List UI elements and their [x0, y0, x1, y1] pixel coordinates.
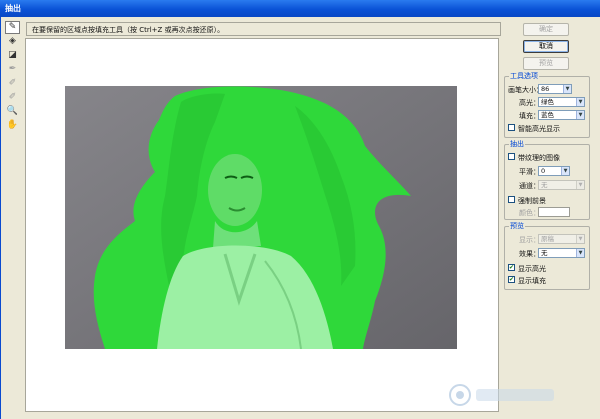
effect-label: 效果：	[519, 250, 540, 258]
extraction-group: 抽出 带纹理的图像 平滑： 0 ▼ 通道： 无 ▼ 强制前景 颜色：	[504, 140, 590, 220]
show-value: 原稿	[541, 235, 554, 243]
channel-dropdown-icon[interactable]: ▼	[576, 181, 584, 189]
smart-highlight-label: 智能高光显示	[518, 125, 560, 133]
smooth-dropdown-icon[interactable]: ▼	[561, 167, 569, 175]
force-foreground-label: 强制前景	[518, 197, 546, 205]
smart-highlight-checkbox[interactable]	[508, 124, 515, 131]
show-label: 显示：	[519, 236, 540, 244]
channel-value: 无	[541, 181, 548, 189]
highlight-label: 高光：	[519, 99, 540, 107]
smooth-field[interactable]: 0 ▼	[538, 166, 570, 176]
instruction-bar: 在要保留的区域点按填充工具（按 Ctrl+Z 或再次点按还原）。	[26, 22, 501, 36]
brush-size-field[interactable]: 86 ▼	[538, 84, 572, 94]
channel-select[interactable]: 无 ▼	[538, 180, 585, 190]
fill-select[interactable]: 蓝色 ▼	[538, 110, 585, 120]
edge-highlighter-tool-icon[interactable]: ✎	[5, 21, 20, 34]
highlight-select[interactable]: 绿色 ▼	[538, 97, 585, 107]
edge-touchup-tool-icon[interactable]: ✐	[5, 91, 20, 104]
tool-options-group: 工具选项 画笔大小： 86 ▼ 高光： 绿色 ▼ 填充： 蓝色 ▼ 智能高光显示	[504, 72, 590, 138]
right-panel: 确定 取消 预览 工具选项 画笔大小： 86 ▼ 高光： 绿色 ▼ 填充： 蓝色…	[502, 20, 600, 419]
show-fill-label: 显示填充	[518, 277, 546, 285]
textured-image-checkbox[interactable]	[508, 153, 515, 160]
ok-button[interactable]: 确定	[523, 23, 569, 36]
color-swatch[interactable]	[538, 207, 570, 217]
show-fill-checkbox[interactable]: ✔	[508, 276, 515, 283]
brush-size-dropdown-icon[interactable]: ▼	[563, 85, 571, 93]
fill-tool-icon[interactable]: ◈	[5, 35, 20, 48]
effect-select[interactable]: 无 ▼	[538, 248, 585, 258]
zoom-tool-icon[interactable]: 🔍	[5, 105, 20, 118]
eyedropper-tool-icon[interactable]: ✒	[5, 63, 20, 76]
force-foreground-checkbox[interactable]	[508, 196, 515, 203]
eraser-tool-icon[interactable]: ◪	[5, 49, 20, 62]
window-titlebar: 抽出	[0, 0, 600, 17]
cancel-button[interactable]: 取消	[523, 40, 569, 53]
show-dropdown-icon[interactable]: ▼	[576, 235, 584, 243]
preview-group: 预览 显示： 原稿 ▼ 效果： 无 ▼ ✔ 显示高光 ✔ 显示填充	[504, 222, 590, 290]
watermark-logo	[449, 384, 554, 406]
highlight-dropdown-icon[interactable]: ▼	[576, 98, 584, 106]
effect-dropdown-icon[interactable]: ▼	[576, 249, 584, 257]
fill-label: 填充：	[519, 112, 540, 120]
instruction-text: 在要保留的区域点按填充工具（按 Ctrl+Z 或再次点按还原）。	[32, 26, 225, 34]
cleanup-tool-icon[interactable]: ✐	[5, 77, 20, 90]
color-label: 颜色：	[519, 209, 540, 217]
photo-image[interactable]	[65, 86, 457, 349]
channel-label: 通道：	[519, 182, 540, 190]
fill-dropdown-icon[interactable]: ▼	[576, 111, 584, 119]
textured-image-label: 带纹理的图像	[518, 154, 560, 162]
show-highlight-checkbox[interactable]: ✔	[508, 264, 515, 271]
smooth-label: 平滑：	[519, 168, 540, 176]
extraction-title: 抽出	[509, 140, 525, 149]
show-select[interactable]: 原稿 ▼	[538, 234, 585, 244]
window-title: 抽出	[5, 4, 21, 13]
show-highlight-label: 显示高光	[518, 265, 546, 273]
preview-canvas[interactable]	[25, 38, 499, 412]
hand-tool-icon[interactable]: ✋	[5, 119, 20, 132]
preview-title: 预览	[509, 222, 525, 231]
tool-options-title: 工具选项	[509, 72, 539, 81]
fill-value: 蓝色	[541, 111, 554, 119]
smooth-value: 0	[541, 167, 546, 175]
highlight-value: 绿色	[541, 98, 554, 106]
preview-button[interactable]: 预览	[523, 57, 569, 70]
brush-size-value: 86	[541, 85, 550, 93]
effect-value: 无	[541, 249, 548, 257]
tool-palette: ✎ ◈ ◪ ✒ ✐ ✐ 🔍 ✋	[4, 21, 22, 131]
